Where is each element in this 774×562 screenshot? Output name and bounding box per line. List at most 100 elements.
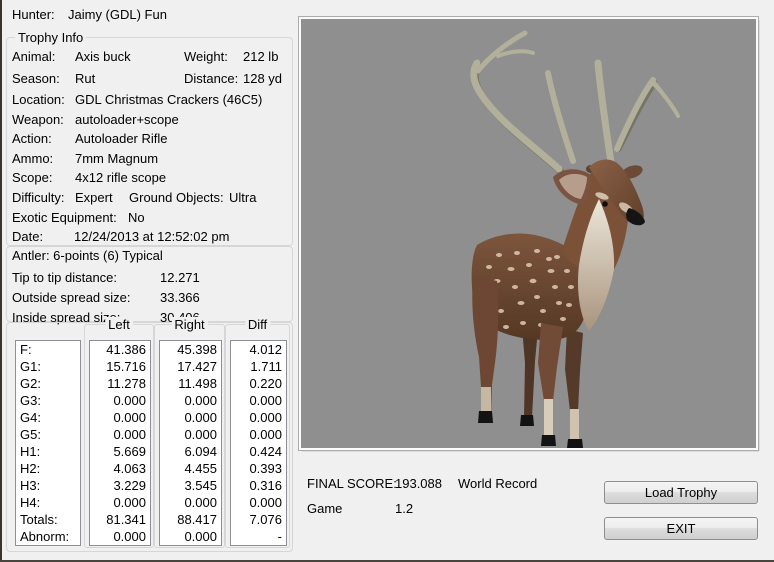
load-trophy-button[interactable]: Load Trophy [604, 481, 758, 504]
distance-value: 128 yd [243, 71, 283, 86]
animal-value: Axis buck [75, 49, 131, 64]
deer-near-hind-leg [472, 275, 499, 423]
left-value: 0.000 [113, 529, 146, 544]
distance-label: Distance: [184, 71, 239, 86]
game-label: Game [307, 501, 343, 516]
exotic-equipment-label: Exotic Equipment: [12, 210, 117, 225]
right-value: 0.000 [184, 495, 217, 510]
left-value: 4.063 [113, 461, 146, 476]
diff-value: 1.711 [250, 359, 282, 374]
diff-column-fieldset: Diff 4.012 1.711 0.220 0.000 0.000 0.000… [225, 317, 290, 548]
row-label: G1: [20, 359, 41, 374]
hunter-label: Hunter: [12, 7, 55, 22]
ammo-label: Ammo: [12, 151, 54, 166]
row-label: Totals: [20, 512, 58, 527]
right-value: 11.498 [178, 376, 217, 391]
weight-label: Weight: [184, 49, 228, 64]
row-label: F: [20, 342, 32, 357]
window-left-edge [0, 0, 2, 562]
game-version: 1.2 [395, 501, 414, 516]
difficulty-value: Expert [75, 190, 113, 205]
right-value: 6.094 [184, 444, 217, 459]
diff-value: 0.000 [249, 427, 282, 442]
right-values-listbox[interactable]: 45.398 17.427 11.498 0.000 0.000 0.000 6… [159, 340, 222, 546]
row-label: G4: [20, 410, 41, 425]
measurement-labels-listbox[interactable]: F: G1: G2: G3: G4: G5: H1: H2: H3: H4: T… [15, 340, 81, 546]
trophy-info-title: Trophy Info [15, 30, 87, 45]
diff-value: 0.000 [249, 393, 282, 408]
left-column-fieldset: Left 41.386 15.716 11.278 0.000 0.000 0.… [84, 317, 154, 548]
right-value: 17.427 [177, 359, 217, 374]
ground-objects-label: Ground Objects: [129, 190, 224, 205]
row-label: G5: [20, 427, 41, 442]
deer-eye [602, 201, 608, 207]
deer-near-front-leg [538, 323, 563, 446]
left-values-listbox[interactable]: 41.386 15.716 11.278 0.000 0.000 0.000 5… [89, 340, 151, 546]
hunter-value: Jaimy (GDL) Fun [68, 7, 167, 22]
row-label: G2: [20, 376, 41, 391]
left-value: 41.386 [106, 342, 146, 357]
final-score-label: FINAL SCORE: [307, 476, 397, 491]
animal-label: Animal: [12, 49, 56, 64]
row-label: H2: [20, 461, 41, 476]
axis-buck-render [470, 30, 680, 448]
right-value: 4.455 [184, 461, 217, 476]
left-value: 3.229 [113, 478, 146, 493]
ammo-value: 7mm Magnum [75, 151, 159, 166]
right-value: 88.417 [177, 512, 217, 527]
diff-column-header: Diff [244, 317, 271, 332]
left-value: 0.000 [113, 393, 146, 408]
left-value: 5.669 [113, 444, 146, 459]
row-label: H4: [20, 495, 41, 510]
season-label: Season: [12, 71, 60, 86]
left-value: 0.000 [113, 495, 146, 510]
ground-objects-value: Ultra [229, 190, 257, 205]
exit-button[interactable]: EXIT [604, 517, 758, 540]
row-label: H1: [20, 444, 41, 459]
location-label: Location: [12, 92, 65, 107]
diff-value: 7.076 [249, 512, 282, 527]
deer-antlers [470, 30, 680, 175]
left-column-header: Left [105, 317, 133, 332]
left-value: 0.000 [113, 410, 146, 425]
weight-value: 212 lb [243, 49, 279, 64]
outside-spread-label: Outside spread size: [12, 290, 131, 305]
left-value: 81.341 [106, 512, 146, 527]
exotic-equipment-value: No [128, 210, 145, 225]
difficulty-label: Difficulty: [12, 190, 65, 205]
diff-value: 0.000 [249, 495, 282, 510]
row-label: Abnorm: [20, 529, 70, 544]
action-label: Action: [12, 131, 52, 146]
diff-value: 0.424 [249, 444, 282, 459]
diff-value: 0.220 [249, 376, 282, 391]
left-value: 11.278 [107, 376, 146, 391]
diff-value: 0.000 [249, 410, 282, 425]
season-value: Rut [75, 71, 96, 86]
row-label: H3: [20, 478, 41, 493]
right-column-fieldset: Right 45.398 17.427 11.498 0.000 0.000 0… [154, 317, 225, 548]
diff-values-listbox[interactable]: 4.012 1.711 0.220 0.000 0.000 0.000 0.42… [230, 340, 287, 546]
deer-near-ear [553, 169, 592, 205]
row-label: G3: [20, 393, 41, 408]
diff-value: 0.316 [249, 478, 282, 493]
right-value: 0.000 [184, 393, 217, 408]
antler-line: Antler: 6-points (6) Typical [12, 248, 163, 263]
right-column-header: Right [171, 317, 208, 332]
right-value: 45.398 [177, 342, 217, 357]
record-text: World Record [458, 476, 538, 491]
trophy-viewer-window: Hunter: Jaimy (GDL) Fun Trophy Info Anim… [0, 0, 774, 562]
diff-value: 0.393 [249, 461, 282, 476]
scope-value: 4x12 rifle scope [75, 170, 167, 185]
right-value: 0.000 [184, 410, 217, 425]
tip-to-tip-label: Tip to tip distance: [12, 270, 118, 285]
right-value: 0.000 [184, 529, 217, 544]
scope-label: Scope: [12, 170, 53, 185]
left-value: 15.716 [106, 359, 146, 374]
weapon-label: Weapon: [12, 112, 64, 127]
trophy-3d-viewport[interactable] [299, 17, 758, 450]
outside-spread-value: 33.366 [160, 290, 200, 305]
location-value: GDL Christmas Crackers (46C5) [75, 92, 263, 107]
date-value: 12/24/2013 at 12:52:02 pm [74, 229, 230, 244]
diff-value: 4.012 [249, 342, 282, 357]
weapon-value: autoloader+scope [75, 112, 179, 127]
